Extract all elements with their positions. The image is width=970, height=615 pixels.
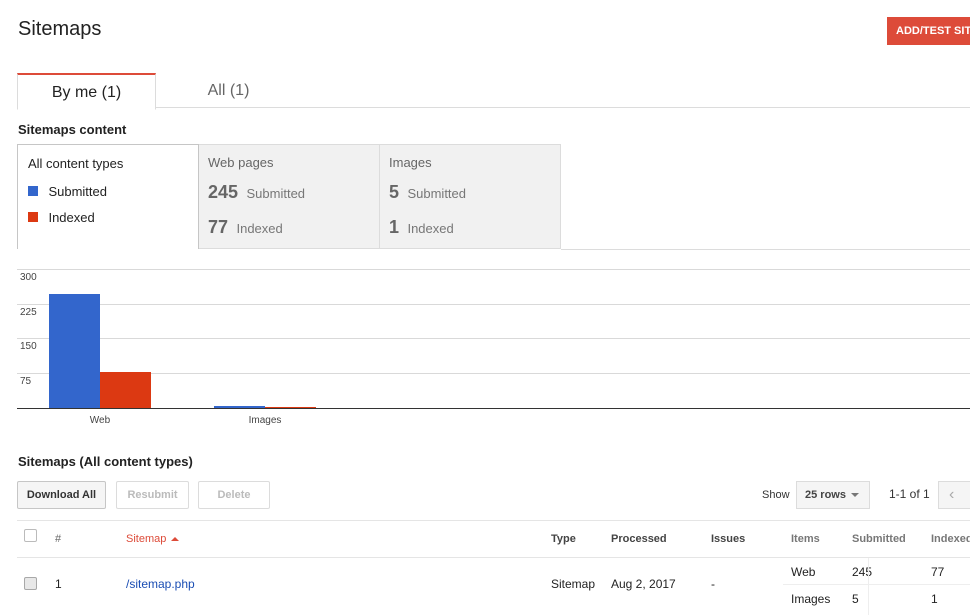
tabs-divider: [17, 107, 970, 108]
tab-all[interactable]: All (1): [155, 73, 302, 107]
content-box-bottom-line: [561, 249, 970, 250]
rows-per-page-select[interactable]: 25 rows: [796, 481, 870, 509]
row-num: 1: [55, 577, 62, 591]
xtick-web: Web: [89, 415, 111, 426]
page-title: Sitemaps: [18, 18, 102, 40]
item-web-indexed: 77: [931, 565, 945, 579]
bar-web-indexed[interactable]: [100, 372, 151, 408]
legend-indexed-label: Indexed: [48, 210, 95, 225]
header-submitted: Submitted: [852, 533, 906, 545]
legend-indexed: Indexed: [28, 209, 95, 227]
row-issues: -: [711, 577, 715, 591]
sort-ascending-icon: [171, 537, 180, 542]
add-test-sitemap-button[interactable]: ADD/TEST SITEMAP: [887, 17, 970, 45]
chevron-left-icon: ‹: [949, 486, 955, 503]
images-indexed-value: 1: [389, 217, 400, 237]
legend-submitted-label: Submitted: [48, 184, 107, 199]
web-submitted-value: 245: [208, 182, 239, 202]
item-images-indexed: 1: [931, 592, 938, 606]
sitemaps-chart: 300 225 150 75 Web Images: [0, 260, 970, 435]
sitemap-link[interactable]: /sitemap.php: [126, 577, 195, 591]
web-pages-title: Web pages: [208, 155, 274, 170]
tab-by-me[interactable]: By me (1): [17, 73, 156, 110]
item-web-submitted: 245: [852, 565, 873, 579]
header-sitemap-label: Sitemap: [126, 533, 167, 545]
bar-web-submitted[interactable]: [49, 294, 100, 408]
row-type: Sitemap: [551, 577, 596, 591]
item-images-label: Images: [791, 592, 831, 606]
images-indexed-label: Indexed: [407, 221, 454, 236]
items-column-divider: [868, 558, 869, 615]
x-axis: [17, 408, 970, 409]
header-indexed: Indexed: [931, 533, 970, 545]
header-issues: Issues: [711, 533, 746, 545]
xtick-images: Images: [248, 415, 282, 426]
header-num: #: [55, 533, 62, 545]
table-top-line: [17, 520, 970, 521]
resubmit-button[interactable]: Resubmit: [116, 481, 189, 509]
header-sitemap[interactable]: Sitemap: [126, 533, 180, 545]
images-title: Images: [389, 155, 432, 170]
legend-submitted: Submitted: [28, 183, 107, 201]
content-type-all[interactable]: All content types Submitted Indexed: [17, 144, 199, 249]
previous-page-button[interactable]: ‹: [938, 481, 970, 509]
header-type: Type: [551, 533, 576, 545]
header-items: Items: [791, 533, 820, 545]
indexed-swatch: [28, 212, 38, 222]
sitemaps-content-title: Sitemaps content: [18, 122, 127, 137]
images-submitted-label: Submitted: [407, 186, 467, 201]
all-content-types-label: All content types: [28, 156, 124, 171]
web-indexed-value: 77: [208, 217, 229, 237]
row-checkbox[interactable]: [24, 577, 37, 590]
submitted-swatch: [28, 186, 38, 196]
chart-bars: [0, 260, 970, 408]
select-all-checkbox[interactable]: [24, 529, 37, 542]
item-web-label: Web: [791, 565, 816, 579]
content-type-images[interactable]: Images 5 Submitted 1 Indexed: [380, 144, 561, 249]
items-divider: [783, 584, 970, 585]
content-type-web[interactable]: Web pages 245 Submitted 77 Indexed: [199, 144, 380, 249]
pagination-range: 1-1 of 1: [889, 487, 930, 501]
sitemaps-table-title: Sitemaps (All content types): [18, 454, 193, 469]
row-processed: Aug 2, 2017: [611, 577, 676, 591]
chevron-down-icon: [850, 493, 859, 498]
images-submitted-value: 5: [389, 182, 400, 202]
table-row: 1 /sitemap.php Sitemap Aug 2, 2017 - Web…: [0, 558, 970, 615]
show-label: Show: [762, 489, 790, 501]
delete-button[interactable]: Delete: [198, 481, 270, 509]
download-all-button[interactable]: Download All: [17, 481, 106, 509]
item-images-submitted: 5: [852, 592, 859, 606]
web-indexed-label: Indexed: [236, 221, 283, 236]
header-processed: Processed: [611, 533, 667, 545]
web-submitted-label: Submitted: [246, 186, 306, 201]
rows-per-page-value: 25 rows: [805, 489, 846, 501]
